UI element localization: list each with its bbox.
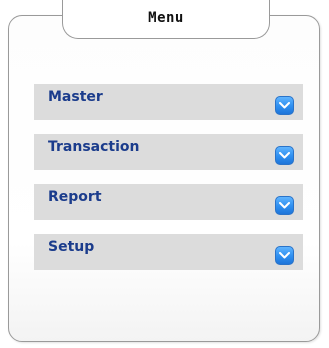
menu-title: Menu [148, 9, 184, 26]
menu-item-label: Master [48, 89, 103, 105]
menu-list: Master Transaction Report Setup [34, 84, 303, 284]
menu-item-transaction[interactable]: Transaction [34, 134, 303, 170]
menu-item-label: Transaction [48, 139, 140, 155]
chevron-down-icon[interactable] [275, 246, 294, 265]
menu-item-report[interactable]: Report [34, 184, 303, 220]
menu-header-tab: Menu [62, 0, 270, 39]
menu-item-setup[interactable]: Setup [34, 234, 303, 270]
menu-item-label: Report [48, 189, 102, 205]
chevron-down-icon[interactable] [275, 146, 294, 165]
menu-item-label: Setup [48, 239, 95, 255]
menu-item-master[interactable]: Master [34, 84, 303, 120]
chevron-down-icon[interactable] [275, 96, 294, 115]
chevron-down-icon[interactable] [275, 196, 294, 215]
